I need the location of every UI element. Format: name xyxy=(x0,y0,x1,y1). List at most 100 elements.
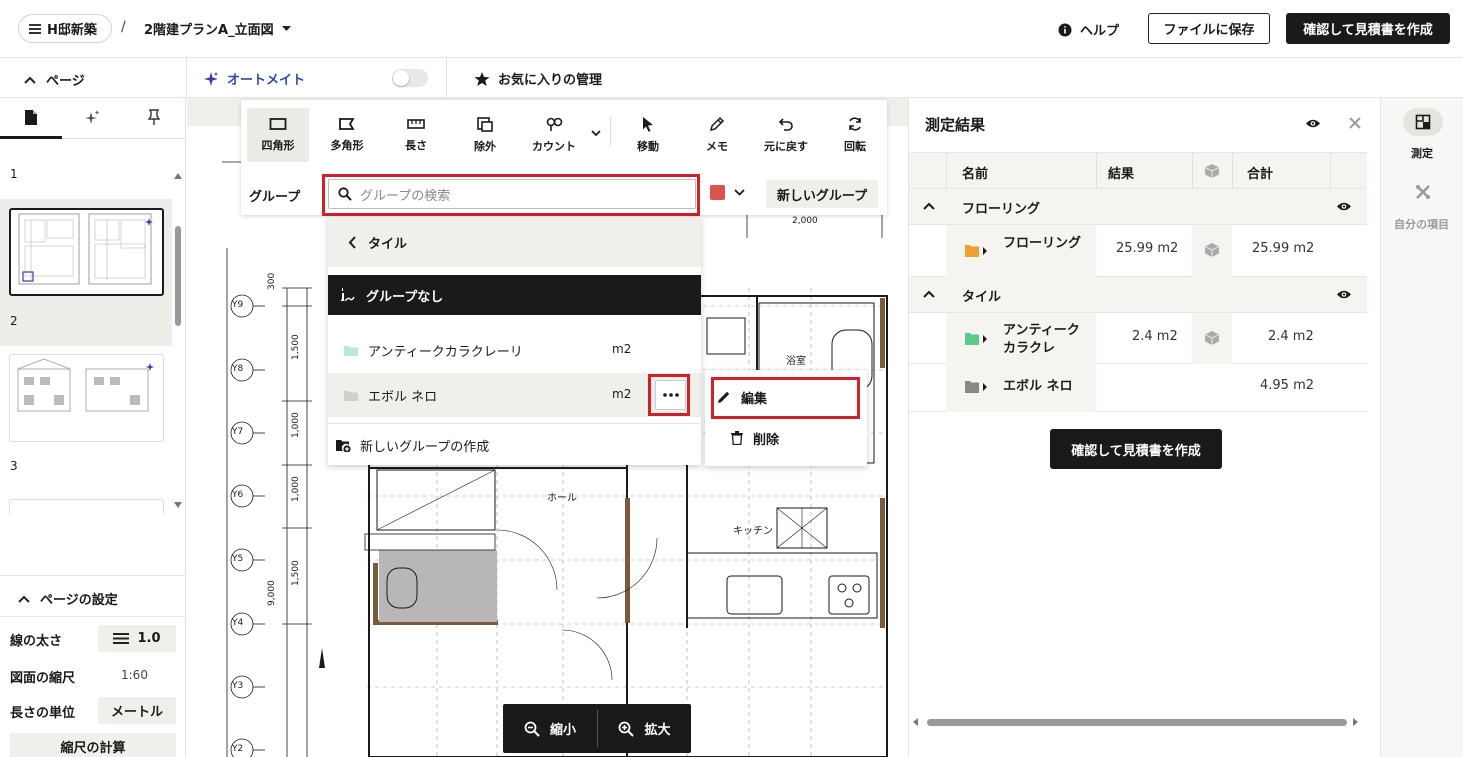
pages-toggle[interactable]: ページ xyxy=(24,70,85,89)
new-group-button[interactable]: 新しいグループ xyxy=(766,180,878,208)
chevron-up-icon xyxy=(923,202,935,210)
tool-rectangle[interactable]: 四角形 xyxy=(247,108,309,162)
rotate-icon xyxy=(847,116,863,132)
room-label: ホール xyxy=(547,493,577,504)
result-row[interactable]: エボル ネロ 4.95 m2 xyxy=(909,364,1367,412)
help-link[interactable]: ヘルプ xyxy=(1058,20,1119,39)
chevron-up-icon xyxy=(923,290,935,298)
no-group-option[interactable]: グループなし xyxy=(328,275,701,315)
chevron-up-icon xyxy=(18,595,30,603)
automate-toggle[interactable] xyxy=(392,69,428,87)
back-button[interactable]: タイル xyxy=(328,217,701,267)
delete-menu-item[interactable]: 削除 xyxy=(731,427,779,449)
sub-header: ページ オートメイト お気に入りの管理 xyxy=(0,58,1463,98)
tool-label: 除外 xyxy=(474,140,496,153)
create-estimate-button[interactable]: 確認して見積書を作成 xyxy=(1286,13,1450,44)
unit-label: 長さの単位 xyxy=(10,706,76,721)
back-label: タイル xyxy=(368,236,408,252)
measure-tab[interactable] xyxy=(1403,108,1443,136)
group-item[interactable]: エボル ネロ m2 xyxy=(328,373,701,417)
help-label: ヘルプ xyxy=(1080,24,1120,39)
cube-icon xyxy=(1204,330,1220,346)
row-total: 25.99 m2 xyxy=(1252,241,1315,256)
group-label: グループ xyxy=(249,190,301,205)
dimension-label: 1,500 xyxy=(291,334,301,360)
project-button[interactable]: H邸新築 xyxy=(18,14,112,43)
divider xyxy=(0,575,185,576)
tool-label: 多角形 xyxy=(330,139,364,152)
eye-icon[interactable] xyxy=(1336,289,1352,300)
sidebar-tabs xyxy=(0,98,185,139)
eye-icon[interactable] xyxy=(1305,118,1321,129)
tool-undo[interactable]: 元に戻す xyxy=(755,108,817,162)
tool-memo[interactable]: メモ xyxy=(686,108,748,162)
page-thumbnail-1[interactable] xyxy=(9,208,164,296)
group-color-picker[interactable] xyxy=(710,185,745,200)
pin-icon[interactable] xyxy=(147,109,161,126)
document-selector[interactable]: 2階建プランA_立面図 xyxy=(144,19,291,38)
tool-move[interactable]: 移動 xyxy=(617,108,679,162)
sparkle-icon[interactable] xyxy=(84,109,102,127)
folder-icon xyxy=(965,380,987,394)
group-item[interactable]: アンティークカラクレーリ m2 xyxy=(328,328,701,372)
measure-icon xyxy=(1415,114,1431,130)
row-total: 2.4 m2 xyxy=(1268,329,1314,344)
create-group-button[interactable]: 新しいグループの作成 xyxy=(336,431,489,459)
calc-scale-button[interactable]: 縮尺の計算 xyxy=(10,733,176,757)
more-highlight-box xyxy=(648,374,690,416)
result-row[interactable]: フローリング 25.99 m2 25.99 m2 xyxy=(909,225,1367,277)
tool-label: メモ xyxy=(706,140,728,153)
breadcrumb-separator: / xyxy=(121,19,126,35)
no-group-icon xyxy=(338,286,356,304)
close-icon[interactable] xyxy=(1349,117,1361,129)
favorites-button[interactable]: お気に入りの管理 xyxy=(474,69,602,88)
tool-polygon[interactable]: 多角形 xyxy=(316,108,378,162)
dimension-label: 1,000 xyxy=(291,412,301,438)
tools-icon[interactable] xyxy=(1415,184,1431,200)
row-total: 4.95 m2 xyxy=(1260,378,1315,393)
line-width-select[interactable]: 1.0 xyxy=(98,625,176,652)
chevron-down-icon[interactable] xyxy=(591,130,601,137)
tool-label: 回転 xyxy=(844,140,866,153)
tool-exclude[interactable]: 除外 xyxy=(454,108,516,162)
scale-label: 図面の縮尺 xyxy=(10,671,76,686)
group-name: タイル xyxy=(962,290,1002,305)
zoom-out-label: 縮小 xyxy=(549,723,576,738)
result-group-row[interactable]: フローリング xyxy=(909,189,1367,225)
room-label: キッチン xyxy=(733,526,773,537)
page-number: 1 xyxy=(10,167,18,181)
measure-tab-label: 測定 xyxy=(1411,147,1433,160)
tool-count[interactable]: カウント xyxy=(523,108,585,162)
row-name: フローリング xyxy=(1003,236,1082,251)
zoom-out-button[interactable]: 縮小 xyxy=(503,704,597,753)
save-file-button[interactable]: ファイルに保存 xyxy=(1148,13,1270,44)
page-settings-title: ページの設定 xyxy=(40,593,118,608)
dimension-label: 2,000 xyxy=(792,216,818,226)
eye-icon[interactable] xyxy=(1336,201,1352,212)
page-number: 3 xyxy=(10,459,18,473)
create-group-label: 新しいグループの作成 xyxy=(360,439,490,455)
page-settings-toggle[interactable]: ページの設定 xyxy=(18,589,118,608)
tool-length[interactable]: 長さ xyxy=(385,108,447,162)
active-tab-indicator xyxy=(0,136,62,139)
unit-select[interactable]: メートル xyxy=(98,697,176,724)
page-thumbnail-2[interactable] xyxy=(9,354,164,442)
result-row[interactable]: アンティークカラクレ 2.4 m2 2.4 m2 xyxy=(909,313,1367,364)
page-thumbnail-3[interactable] xyxy=(9,499,164,515)
page-list-scrollbar[interactable] xyxy=(172,168,184,514)
zoom-in-button[interactable]: 拡大 xyxy=(598,704,691,753)
tool-rotate[interactable]: 回転 xyxy=(824,108,886,162)
column-header: 名前 xyxy=(962,167,989,182)
zoom-in-icon xyxy=(618,721,635,737)
axis-label: Y3 xyxy=(232,681,244,691)
chevron-left-icon xyxy=(348,235,356,249)
zoom-out-icon xyxy=(524,721,540,737)
create-estimate-button[interactable]: 確認して見積書を作成 xyxy=(1050,429,1222,469)
folder-plus-icon xyxy=(336,438,352,452)
page-icon[interactable] xyxy=(24,109,38,126)
undo-icon xyxy=(778,116,794,132)
result-group-row[interactable]: タイル xyxy=(909,277,1367,313)
divider xyxy=(610,116,611,146)
results-scrollbar[interactable] xyxy=(909,715,1365,729)
folder-icon xyxy=(965,332,987,346)
